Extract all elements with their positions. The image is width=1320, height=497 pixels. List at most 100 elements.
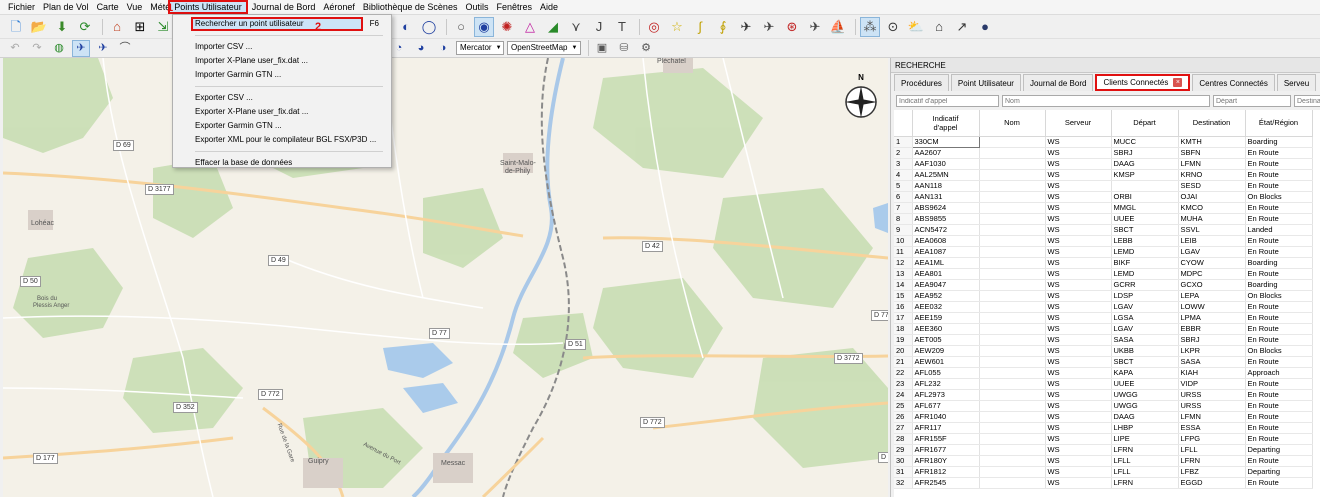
column-header[interactable]: Serveur [1045,110,1112,137]
victor-airway-icon[interactable]: ⋎ [566,17,586,37]
table-row[interactable]: 13 AEA801 WS LEMD MDPC En Route [894,268,1313,280]
menu-fichier[interactable]: Fichier [4,0,39,14]
vor-icon[interactable]: ◐ [396,17,416,37]
table-row[interactable]: 17 AEE159 WS LGSA LPMA En Route [894,312,1313,324]
menu-aide[interactable]: Aide [536,0,562,14]
menu-fen-tres[interactable]: Fenêtres [492,0,536,14]
table-row[interactable]: 26 AFR1040 WS DAAG LFMN En Route [894,411,1313,423]
table-row[interactable]: 23 AFL232 WS UUEE VIDP En Route [894,378,1313,390]
table-row[interactable]: 10 AEA0608 WS LEBB LEIB En Route [894,235,1313,247]
departure-filter-input[interactable] [1213,95,1291,107]
menu-journal-de-bord[interactable]: Journal de Bord [248,0,320,14]
name-filter-input[interactable] [1002,95,1210,107]
table-row[interactable]: 19 AET005 WS SASA SBRJ En Route [894,334,1313,346]
column-header[interactable]: Destination [1178,110,1246,137]
center-icon[interactable]: ⊙ [883,17,903,37]
globe-icon[interactable]: ● [975,17,995,37]
table-row[interactable]: 22 AFL055 WS KAPA KIAH Approach [894,367,1313,379]
tab-clients-connect-s[interactable]: Clients Connectés × [1095,74,1191,91]
track-icon[interactable]: T [612,17,632,37]
database-icon[interactable]: ⛁ [615,40,633,57]
table-row[interactable]: 9 ACN5472 WS SBCT SSVL Landed [894,224,1313,236]
table-row[interactable]: 28 AFR155F WS LIPE LFPG En Route [894,433,1313,445]
column-header[interactable]: Indicatif d'appel [912,110,980,137]
table-row[interactable]: 11 AEA1087 WS LEMD LGAV En Route [894,246,1313,258]
menu-m-t-o[interactable]: Météo [146,0,168,14]
fit-departure-icon[interactable]: ⇲ [153,17,173,37]
home-icon[interactable]: ⌂ [107,17,127,37]
table-row[interactable]: 27 AFR117 WS LHBP ESSA En Route [894,422,1313,434]
ai-aircraft-icon[interactable]: ✈ [759,17,779,37]
table-row[interactable]: 31 AFR1812 WS LFLL LFBZ Departing [894,466,1313,478]
menu-vue[interactable]: Vue [123,0,147,14]
table-row[interactable]: 12 AEA1ML WS BIKF CYOW Boarding [894,257,1313,269]
column-header[interactable]: État/Région [1245,110,1313,137]
zoom-icon[interactable]: ◍ [50,40,68,57]
elevation-icon[interactable]: ⌂ [929,17,949,37]
waypoint-icon[interactable]: ○ [451,17,471,37]
table-row[interactable]: 15 AEA952 WS LDSP LEPA On Blocks [894,290,1313,302]
menu-outils[interactable]: Outils [461,0,492,14]
menu-item-clear-database[interactable]: Effacer la base de données [173,156,391,170]
sun-shading-icon[interactable]: ↗ [952,17,972,37]
map-detail-default-icon[interactable]: ◔ [390,40,408,57]
menu-item-import-xplane[interactable]: Importer X-Plane user_fix.dat ... [173,54,391,68]
open-folder-icon[interactable]: 📂 [29,17,49,37]
menu-item-import-csv[interactable]: Importer CSV ... [173,40,391,54]
menu-item-search-user-point[interactable]: Rechercher un point utilisateur F6 [191,17,379,31]
ndb-icon[interactable]: ◯ [419,17,439,37]
map-view[interactable]: Pléchatel Saint-Malo- de-Phily Lohéac Bo… [3,58,888,497]
callsign-filter-input[interactable] [896,95,999,107]
distance-icon[interactable]: ✈ [94,40,112,57]
destination-filter-input[interactable] [1294,95,1320,107]
menu-biblioth-que-de-sc-nes[interactable]: Bibliothèque de Scènes [359,0,462,14]
menu-item-import-garmin[interactable]: Importer Garmin GTN ... [173,68,391,82]
table-row[interactable]: 4 AAL25MN WS KMSP KRNO En Route [894,169,1313,181]
table-row[interactable]: 18 AEE360 WS LGAV EBBR En Route [894,323,1313,335]
tab-serveu[interactable]: Serveu [1276,74,1317,91]
save-icon[interactable]: ⬇ [52,17,72,37]
menu-item-export-xplane[interactable]: Exporter X-Plane user_fix.dat ... [173,105,391,119]
ai-ship-icon[interactable]: ⛵ [828,17,848,37]
menu-points-utilisateur[interactable]: Points Utilisateur [168,0,248,14]
menu-plan-de-vol[interactable]: Plan de Vol [39,0,93,14]
grid-icon[interactable]: ⁂ [860,16,880,37]
tab-point-utilisateur[interactable]: Point Utilisateur [950,74,1021,91]
menu-a-ronef[interactable]: Aéronef [319,0,359,14]
close-icon[interactable]: × [1173,78,1183,87]
user-point-icon[interactable]: ◎ [644,17,664,37]
table-row[interactable]: 30 AFR180Y WS LFLL LFRN En Route [894,455,1313,467]
aircraft-icon[interactable]: ✈ [736,17,756,37]
menu-item-export-csv[interactable]: Exporter CSV ... [173,91,391,105]
clients-table[interactable]: Indicatif d'appel Nom Serveur Départ Destina… [894,110,1320,497]
compass-rose-icon[interactable]: ⊛ [782,17,802,37]
route-icon[interactable]: ∫ [690,17,710,37]
table-row[interactable]: 29 AFR1677 WS LFRN LFLL Departing [894,444,1313,456]
table-row[interactable]: 16 AEE032 WS LGAV LOWW En Route [894,301,1313,313]
table-row[interactable]: 14 AEA9047 WS GCRR GCXO Boarding [894,279,1313,291]
tab-proc-dures[interactable]: Procédures [894,74,949,91]
table-row[interactable]: 25 AFL677 WS UWGG URSS En Route [894,400,1313,412]
runway-icon[interactable]: ◢ [543,17,563,37]
measure-icon[interactable]: ✈ [72,39,90,57]
table-row[interactable]: 1 330CM WS MUCC KMTH Boarding [894,135,1313,148]
table-row[interactable]: 20 AEW209 WS UKBB LKPR On Blocks [894,345,1313,357]
table-row[interactable]: 6 AAN131 WS ORBI OJAI On Blocks [894,191,1313,203]
range-ring-icon[interactable]: ⌒ [116,40,134,57]
tab-journal-de-bord[interactable]: Journal de Bord [1022,74,1094,91]
table-row[interactable]: 8 ABS9855 WS UUEE MUHA En Route [894,213,1313,225]
map-theme-select[interactable]: OpenStreetMap ▼ [507,41,581,55]
menu-item-export-garmin[interactable]: Exporter Garmin GTN ... [173,119,391,133]
column-header[interactable]: Nom [979,110,1046,137]
logbook-route-icon[interactable]: ∮ [713,17,733,37]
star-icon[interactable]: ☆ [667,17,687,37]
gear-icon[interactable]: ⚙ [637,40,655,57]
projection-select[interactable]: Mercator ▼ [456,41,504,55]
triangle-icon[interactable]: △ [520,17,540,37]
table-row[interactable]: 5 AAN118 WS SESD En Route [894,180,1313,192]
menu-item-export-xml-bgl[interactable]: Exporter XML pour le compilateur BGL FSX… [173,133,391,147]
weather-icon[interactable]: ⛅ [906,17,926,37]
table-row[interactable]: 3 AAF1030 WS DAAG LFMN En Route [894,158,1313,170]
forward-icon[interactable]: ↷ [28,40,46,57]
ils-icon[interactable]: ◉ [474,16,494,37]
